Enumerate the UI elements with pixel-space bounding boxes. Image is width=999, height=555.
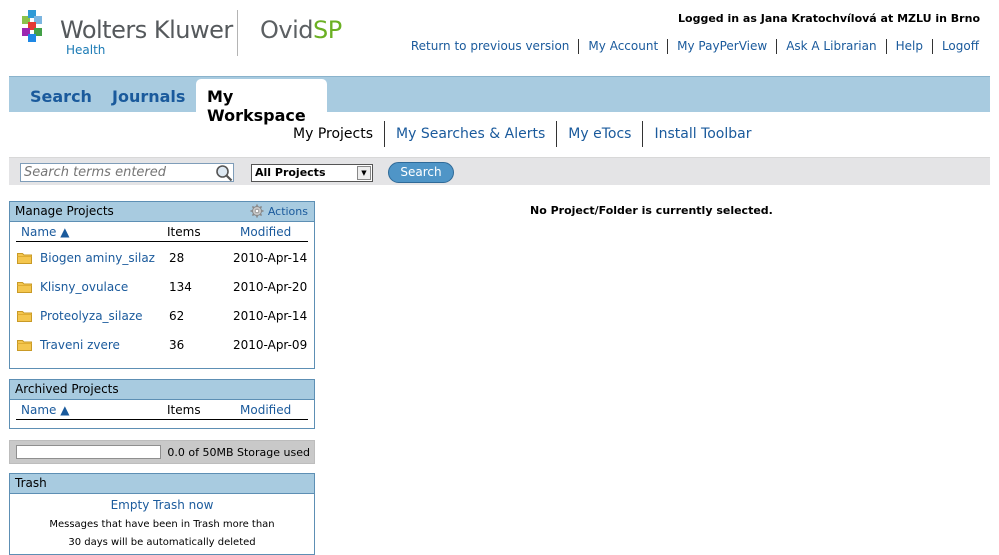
trash-note-line-1: Messages that have been in Trash more th…	[49, 519, 275, 530]
subnav-my-etocs[interactable]: My eTocs	[557, 121, 644, 147]
dropdown-arrow-icon[interactable]: ▼	[357, 166, 371, 180]
wolters-kluwer-logo-icon	[22, 10, 42, 42]
folder-icon	[17, 253, 32, 264]
storage-progress-bar	[16, 445, 161, 459]
actions-label: Actions	[267, 204, 308, 218]
search-input[interactable]	[20, 163, 234, 182]
main-tabs: Search Journals My Workspace	[9, 76, 990, 125]
sort-by-name[interactable]: Name ▲	[21, 225, 69, 239]
workspace-subnav: My Projects My Searches & Alerts My eToc…	[282, 121, 762, 147]
project-list: Biogen aminy_silaz 28 2010-Apr-14 Klisny_ov…	[10, 242, 314, 358]
subnav-install-toolbar[interactable]: Install Toolbar	[643, 121, 762, 147]
my-account-link[interactable]: My Account	[579, 39, 669, 54]
project-item-count: 36	[169, 338, 185, 352]
logoff-link[interactable]: Logoff	[933, 39, 987, 54]
archived-projects-panel: Archived Projects Name ▲ Items Modified	[9, 379, 315, 429]
search-button[interactable]: Search	[388, 162, 454, 183]
project-modified-date: 2010-Apr-09	[233, 338, 308, 352]
manage-projects-title: Manage Projects	[15, 204, 114, 218]
project-name-link[interactable]: Klisny_ovulace	[40, 280, 128, 294]
project-row: Klisny_ovulace 134 2010-Apr-20	[16, 271, 308, 300]
tab-search[interactable]: Search	[30, 87, 92, 106]
tab-my-workspace[interactable]: My Workspace	[196, 79, 327, 125]
product-logo: OvidSP	[260, 16, 342, 44]
no-selection-message: No Project/Folder is currently selected.	[530, 204, 773, 217]
magnifier-icon[interactable]	[215, 164, 233, 182]
archived-column-items: Items	[167, 403, 201, 417]
trash-header: Trash	[10, 474, 314, 494]
project-modified-date: 2010-Apr-14	[233, 309, 308, 323]
help-link[interactable]: Help	[887, 39, 933, 54]
subnav-my-searches-alerts[interactable]: My Searches & Alerts	[385, 121, 558, 147]
project-row: Biogen aminy_silaz 28 2010-Apr-14	[16, 242, 308, 271]
project-modified-date: 2010-Apr-14	[233, 251, 308, 265]
manage-projects-panel: Manage Projects Actions Name ▲ Items Mod…	[9, 201, 315, 369]
brand-header: Wolters Kluwer Health OvidSP	[22, 10, 362, 60]
project-select[interactable]: All Projects ▼	[251, 164, 373, 182]
project-item-count: 134	[169, 280, 192, 294]
manage-projects-header: Manage Projects Actions	[10, 202, 314, 222]
project-name-link[interactable]: Biogen aminy_silaz	[40, 251, 155, 265]
actions-menu[interactable]: Actions	[250, 204, 308, 218]
trash-note-line-2: 30 days will be automatically deleted	[68, 537, 256, 548]
top-links: Return to previous version My Account My…	[402, 39, 987, 54]
storage-text: 0.0 of 50MB Storage used	[167, 446, 310, 459]
subnav-my-projects[interactable]: My Projects	[282, 121, 386, 147]
project-search-bar: All Projects ▼ Search	[9, 157, 990, 185]
storage-usage: 0.0 of 50MB Storage used	[9, 440, 315, 464]
login-status: Logged in as Jana Kratochvílová at MZLU …	[678, 12, 980, 25]
trash-title: Trash	[15, 476, 47, 490]
archived-sort-by-modified[interactable]: Modified	[240, 403, 291, 417]
archived-projects-title: Archived Projects	[15, 382, 119, 396]
column-items: Items	[167, 225, 201, 239]
project-item-count: 28	[169, 251, 185, 265]
tab-journals[interactable]: Journals	[112, 87, 185, 106]
brand-subtitle: Health	[66, 43, 106, 57]
manage-projects-column-header: Name ▲ Items Modified	[16, 222, 308, 242]
sort-by-modified[interactable]: Modified	[240, 225, 291, 239]
gear-icon	[250, 204, 264, 218]
empty-trash-link[interactable]: Empty Trash now	[10, 497, 314, 514]
ask-librarian-link[interactable]: Ask A Librarian	[777, 39, 887, 54]
brand-name: Wolters Kluwer	[60, 16, 233, 44]
archived-sort-by-name[interactable]: Name ▲	[21, 403, 69, 417]
project-item-count: 62	[169, 309, 185, 323]
archived-projects-header: Archived Projects	[10, 380, 314, 400]
return-previous-version-link[interactable]: Return to previous version	[402, 39, 580, 54]
folder-icon	[17, 282, 32, 293]
folder-icon	[17, 311, 32, 322]
project-row: Proteolyza_silaze 62 2010-Apr-14	[16, 300, 308, 329]
trash-panel: Trash Empty Trash now Messages that have…	[9, 473, 315, 555]
project-name-link[interactable]: Proteolyza_silaze	[40, 309, 143, 323]
archived-projects-column-header: Name ▲ Items Modified	[16, 400, 308, 420]
folder-icon	[17, 340, 32, 351]
brand-divider	[237, 10, 238, 56]
project-name-link[interactable]: Traveni zvere	[40, 338, 120, 352]
project-row: Traveni zvere 36 2010-Apr-09	[16, 329, 308, 358]
my-payperview-link[interactable]: My PayPerView	[668, 39, 778, 54]
project-modified-date: 2010-Apr-20	[233, 280, 308, 294]
project-select-value: All Projects	[255, 166, 326, 179]
